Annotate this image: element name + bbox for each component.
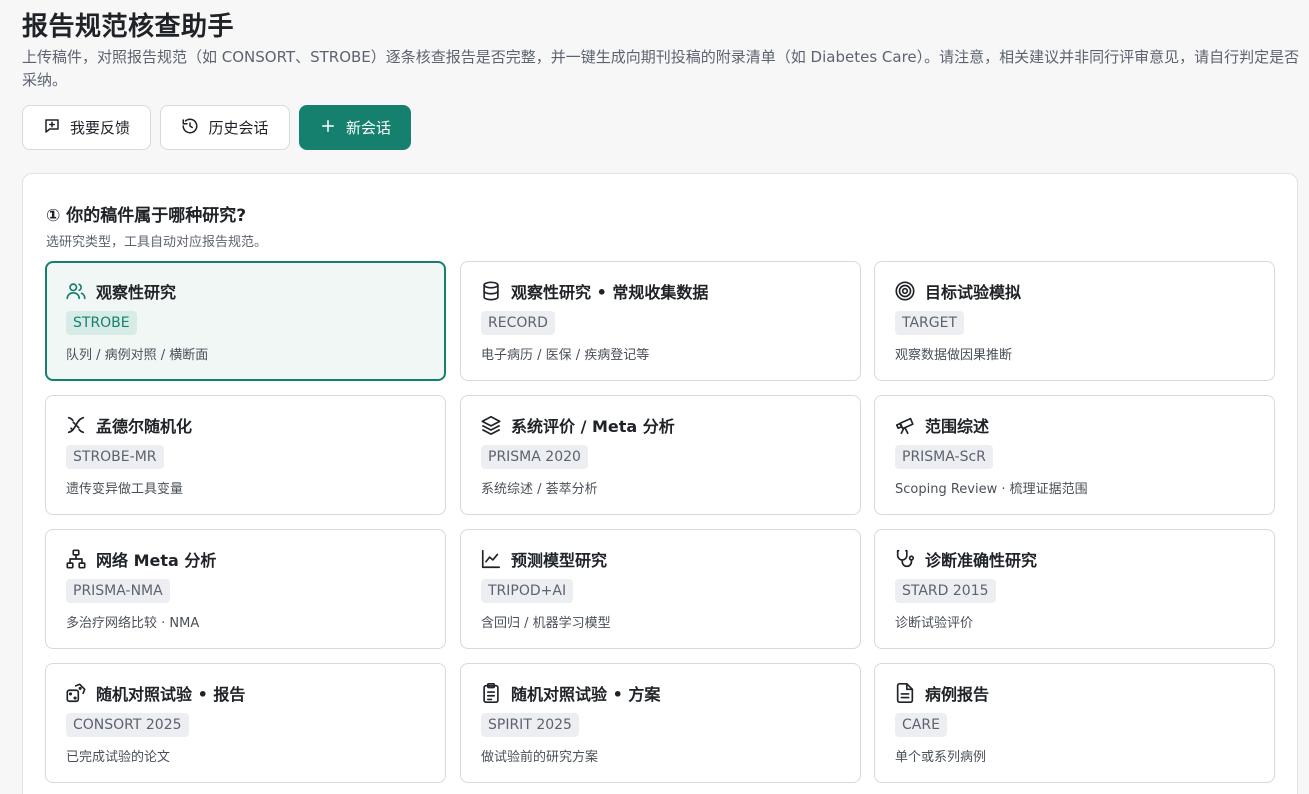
network-icon [65, 548, 87, 570]
card-description: 已完成试验的论文 [66, 750, 171, 765]
card-description: 遗传变异做工具变量 [66, 482, 184, 497]
card-description: 多治疗网络比较 · NMA [66, 616, 200, 631]
card-description: 诊断试验评价 [895, 616, 974, 631]
card-title: 观察性研究 [96, 283, 177, 302]
guideline-badge: PRISMA 2020 [481, 445, 588, 469]
target-icon [894, 280, 916, 302]
database-icon [480, 280, 502, 302]
card-title: 病例报告 [925, 685, 990, 704]
feedback-button[interactable]: 我要反馈 [22, 105, 151, 150]
card-title: 随机对照试验 • 方案 [511, 685, 661, 704]
card-title: 系统评价 / Meta 分析 [511, 417, 675, 436]
study-card-stard[interactable]: 诊断准确性研究 STARD 2015 诊断试验评价 [874, 529, 1275, 649]
card-description: 观察数据做因果推断 [895, 348, 1013, 363]
page-title: 报告规范核查助手 [22, 12, 235, 42]
card-title: 观察性研究 • 常规收集数据 [511, 283, 709, 302]
section-hint: 选研究类型，工具自动对应报告规范。 [46, 235, 268, 250]
guideline-badge: STARD 2015 [895, 579, 996, 603]
history-label: 历史会话 [208, 119, 269, 137]
section-title: ① 你的稿件属于哪种研究? [46, 206, 247, 226]
guideline-badge: RECORD [481, 311, 555, 335]
dna-icon [65, 414, 87, 436]
card-description: Scoping Review · 梳理证据范围 [895, 482, 1088, 497]
guideline-badge: STROBE [66, 311, 137, 335]
card-title: 随机对照试验 • 报告 [96, 685, 246, 704]
guideline-badge: CONSORT 2025 [66, 713, 189, 737]
card-description: 队列 / 病例对照 / 横断面 [66, 348, 209, 363]
study-card-prisma-nma[interactable]: 网络 Meta 分析 PRISMA-NMA 多治疗网络比较 · NMA [45, 529, 446, 649]
study-card-prisma[interactable]: 系统评价 / Meta 分析 PRISMA 2020 系统综述 / 荟萃分析 [460, 395, 861, 515]
study-card-prisma-scr[interactable]: 范围综述 PRISMA-ScR Scoping Review · 梳理证据范围 [874, 395, 1275, 515]
card-title: 孟德尔随机化 [96, 417, 193, 436]
study-card-spirit[interactable]: 随机对照试验 • 方案 SPIRIT 2025 做试验前的研究方案 [460, 663, 861, 783]
study-card-consort[interactable]: 随机对照试验 • 报告 CONSORT 2025 已完成试验的论文 [45, 663, 446, 783]
message-plus-icon [43, 117, 61, 139]
guideline-badge: CARE [895, 713, 947, 737]
feedback-label: 我要反馈 [69, 119, 130, 137]
card-title: 诊断准确性研究 [925, 551, 1038, 570]
study-card-care[interactable]: 病例报告 CARE 单个或系列病例 [874, 663, 1275, 783]
new-session-button[interactable]: 新会话 [299, 105, 411, 150]
line-chart-icon [480, 548, 502, 570]
history-icon [181, 117, 199, 139]
study-type-panel: ① 你的稿件属于哪种研究? 选研究类型，工具自动对应报告规范。 观察性研究 ST… [22, 173, 1298, 794]
new-session-label: 新会话 [345, 119, 391, 137]
stethoscope-icon [894, 548, 916, 570]
guideline-badge: TARGET [895, 311, 965, 335]
card-description: 含回归 / 机器学习模型 [481, 616, 611, 631]
study-card-tripod[interactable]: 预测模型研究 TRIPOD+AI 含回归 / 机器学习模型 [460, 529, 861, 649]
card-description: 系统综述 / 荟萃分析 [481, 482, 598, 497]
study-card-target[interactable]: 目标试验模拟 TARGET 观察数据做因果推断 [874, 261, 1275, 381]
clipboard-icon [480, 682, 502, 704]
card-description: 电子病历 / 医保 / 疾病登记等 [481, 348, 650, 363]
card-title: 预测模型研究 [511, 551, 608, 570]
card-title: 范围综述 [925, 417, 990, 436]
card-description: 做试验前的研究方案 [481, 750, 599, 765]
guideline-badge: STROBE-MR [66, 445, 164, 469]
study-card-strobe-mr[interactable]: 孟德尔随机化 STROBE-MR 遗传变异做工具变量 [45, 395, 446, 515]
card-title: 网络 Meta 分析 [96, 551, 217, 570]
page-description: 上传稿件，对照报告规范（如 CONSORT、STROBE）逐条核查报告是否完整，… [22, 48, 1300, 89]
guideline-badge: PRISMA-ScR [895, 445, 993, 469]
dice-icon [65, 682, 87, 704]
history-button[interactable]: 历史会话 [160, 105, 290, 150]
card-title: 目标试验模拟 [925, 283, 1022, 302]
study-card-record[interactable]: 观察性研究 • 常规收集数据 RECORD 电子病历 / 医保 / 疾病登记等 [460, 261, 861, 381]
guideline-badge: TRIPOD+AI [481, 579, 574, 603]
telescope-icon [894, 414, 916, 436]
layers-icon [480, 414, 502, 436]
users-icon [65, 280, 87, 302]
plus-icon [319, 117, 337, 139]
file-text-icon [894, 682, 916, 704]
guideline-badge: PRISMA-NMA [66, 579, 170, 603]
study-card-strobe[interactable]: 观察性研究 STROBE 队列 / 病例对照 / 横断面 [45, 261, 446, 381]
card-description: 单个或系列病例 [895, 750, 987, 765]
guideline-badge: SPIRIT 2025 [481, 713, 579, 737]
